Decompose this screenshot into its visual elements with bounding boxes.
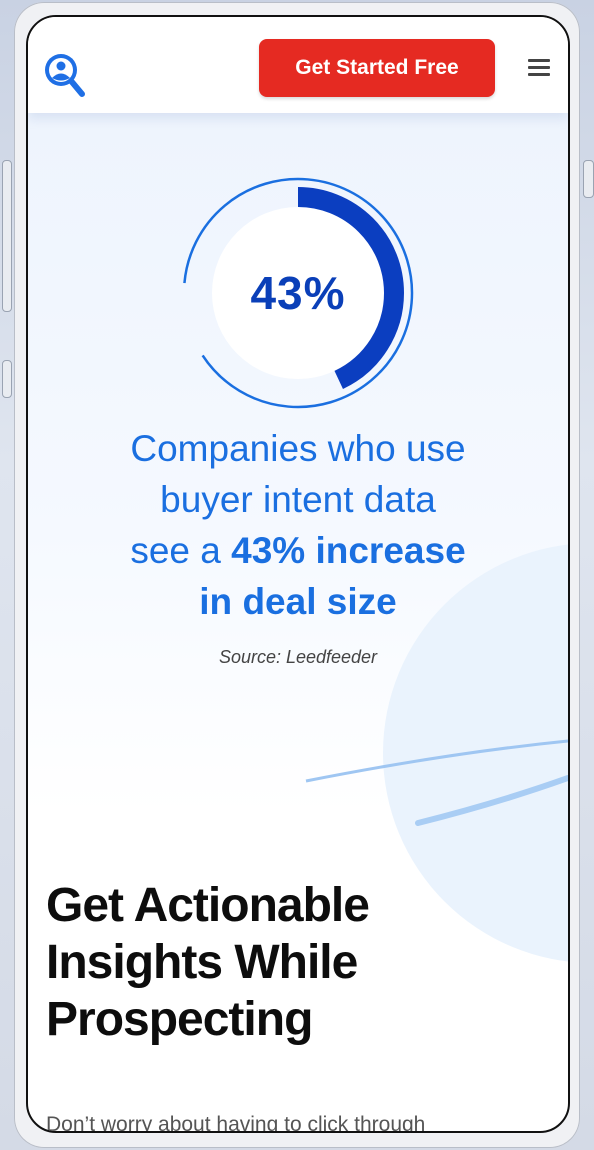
heading-line-1: Get Actionable	[46, 879, 370, 932]
stat-section: 43% Companies who use buyer intent data …	[28, 113, 568, 963]
stat-line-3-prefix: see a	[130, 530, 232, 571]
percent-label: 43%	[250, 267, 346, 319]
stat-highlight-2: in deal size	[199, 581, 397, 622]
phone-side-button-left-lower	[2, 360, 12, 398]
heading-line-3: Prospecting	[46, 993, 313, 1046]
hamburger-menu-icon[interactable]	[528, 59, 550, 77]
phone-side-button-right	[583, 160, 594, 198]
phone-side-button-left	[2, 160, 12, 312]
stat-line-2: buyer intent data	[160, 479, 436, 520]
stat-line-1: Companies who use	[130, 428, 466, 469]
stat-highlight: 43% increase	[231, 530, 466, 571]
source-caption: Source: Leedfeeder	[218, 647, 378, 667]
site-header: Get Started Free	[28, 17, 568, 113]
decorative-swoosh	[305, 739, 568, 826]
stat-line-3: see a 43% increase	[68, 525, 528, 576]
heading-line-2: Insights While	[46, 936, 358, 989]
stat-line-4: in deal size	[68, 576, 528, 627]
section-heading: Get Actionable Insights While Prospectin…	[46, 877, 546, 1048]
stat-statement: Companies who use buyer intent data see …	[68, 423, 528, 627]
section-intro-text: Don’t worry about having to click throug…	[46, 1113, 426, 1133]
phone-screen: Get Started Free 43% Companies who use b…	[26, 15, 570, 1133]
get-started-button[interactable]: Get Started Free	[259, 39, 495, 97]
magnifier-user-icon[interactable]	[42, 51, 86, 99]
